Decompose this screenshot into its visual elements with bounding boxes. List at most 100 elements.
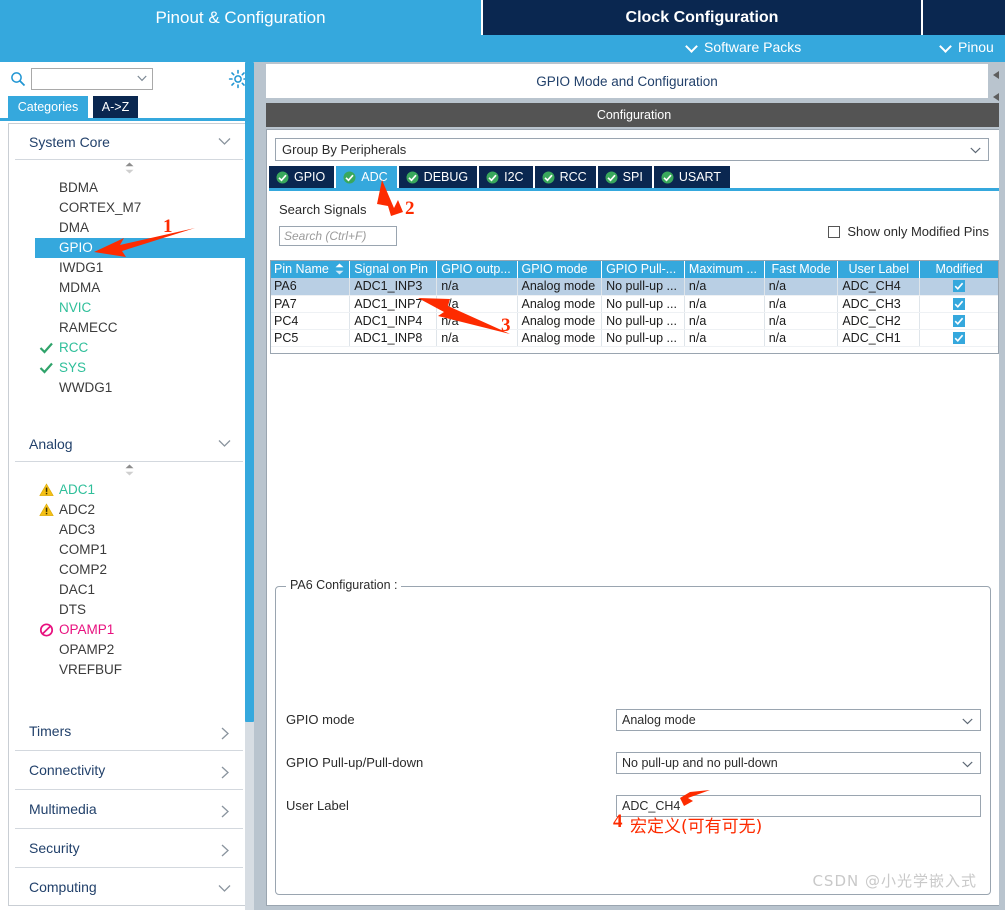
peripheral-tab-rcc[interactable]: RCC bbox=[534, 166, 596, 188]
column-header-fast-mode[interactable]: Fast Mode bbox=[764, 260, 839, 278]
sidebar-item-adc2[interactable]: ADC2 bbox=[9, 500, 249, 520]
right-panel-scrollbar[interactable] bbox=[999, 62, 1005, 910]
column-header-maximum[interactable]: Maximum ... bbox=[684, 260, 765, 278]
category-multimedia-label: Multimedia bbox=[29, 801, 97, 817]
item-label: DAC1 bbox=[59, 582, 96, 597]
system-core-items: BDMA CORTEX_M7 DMA GPIO IWDG1 MDMA NVIC … bbox=[9, 176, 249, 404]
sidebar-item-nvic[interactable]: NVIC bbox=[9, 298, 249, 318]
column-header-gpio-mode[interactable]: GPIO mode bbox=[517, 260, 603, 278]
column-header-pin-name[interactable]: Pin Name bbox=[270, 260, 351, 278]
tab-a-to-z-label: A->Z bbox=[101, 100, 130, 114]
category-header-analog[interactable]: Analog bbox=[15, 426, 243, 462]
cell-pin-name: PC5 bbox=[270, 329, 351, 347]
sidebar-item-comp2[interactable]: COMP2 bbox=[9, 560, 249, 580]
cell-gpio-pull: No pull-up ... bbox=[601, 312, 685, 330]
item-label: COMP1 bbox=[59, 542, 108, 557]
column-label: Signal on Pin bbox=[354, 262, 428, 276]
tab-categories[interactable]: Categories bbox=[8, 96, 88, 118]
sidebar-item-adc1[interactable]: ADC1 bbox=[9, 480, 249, 500]
table-row[interactable]: PA7 ADC1_INP7 n/a Analog mode No pull-up… bbox=[270, 295, 999, 313]
tab-pinout-configuration[interactable]: Pinout & Configuration bbox=[0, 0, 481, 35]
sidebar-item-comp1[interactable]: COMP1 bbox=[9, 540, 249, 560]
search-icon bbox=[11, 72, 26, 87]
peripheral-tab-usart[interactable]: USART bbox=[653, 166, 730, 188]
table-row[interactable]: PC5 ADC1_INP8 n/a Analog mode No pull-up… bbox=[270, 329, 999, 347]
tab-clock-configuration[interactable]: Clock Configuration bbox=[483, 0, 921, 35]
column-header-user-label[interactable]: User Label bbox=[837, 260, 921, 278]
cell-modified[interactable] bbox=[919, 312, 999, 330]
menu-software-packs[interactable]: Software Packs bbox=[686, 39, 801, 55]
sidebar-item-mdma[interactable]: MDMA bbox=[9, 278, 249, 298]
sidebar-item-dac1[interactable]: DAC1 bbox=[9, 580, 249, 600]
category-computing-label: Computing bbox=[29, 879, 97, 895]
sidebar-item-cortex-m7[interactable]: CORTEX_M7 bbox=[9, 198, 249, 218]
configuration-band: Configuration bbox=[266, 103, 1002, 127]
show-only-modified-pins-label: Show only Modified Pins bbox=[847, 224, 989, 239]
category-header-security[interactable]: Security bbox=[15, 829, 243, 868]
group-by-value: Group By Peripherals bbox=[282, 142, 407, 157]
cell-gpio-pull: No pull-up ... bbox=[601, 329, 685, 347]
table-row[interactable]: PC4 ADC1_INP4 n/a Analog mode No pull-up… bbox=[270, 312, 999, 330]
tab-a-to-z[interactable]: A->Z bbox=[93, 96, 138, 118]
sidebar-item-dts[interactable]: DTS bbox=[9, 600, 249, 620]
category-header-timers[interactable]: Timers bbox=[15, 712, 243, 751]
item-label: VREFBUF bbox=[59, 662, 123, 677]
check-circle-icon bbox=[661, 171, 674, 183]
peripheral-tab-spi[interactable]: SPI bbox=[597, 166, 652, 188]
cell-modified[interactable] bbox=[919, 278, 999, 296]
item-label: OPAMP2 bbox=[59, 642, 115, 657]
left-sidebar: Categories A->Z System Core BDMA CORTEX_… bbox=[0, 62, 262, 910]
chevron-down-icon bbox=[137, 75, 147, 82]
menu-pinout[interactable]: Pinou bbox=[940, 39, 994, 55]
sidebar-item-wwdg1[interactable]: WWDG1 bbox=[9, 378, 249, 398]
cell-modified[interactable] bbox=[919, 329, 999, 347]
sidebar-item-sys[interactable]: SYS bbox=[9, 358, 249, 378]
sidebar-scrollbar-track[interactable] bbox=[254, 62, 262, 910]
peripheral-tab-gpio[interactable]: GPIO bbox=[269, 166, 335, 188]
tab-pinout-label: Pinout & Configuration bbox=[155, 7, 326, 27]
category-header-system-core[interactable]: System Core bbox=[15, 124, 243, 160]
tab-next-partial[interactable] bbox=[923, 0, 1005, 35]
column-header-gpio-pull[interactable]: GPIO Pull-... bbox=[601, 260, 685, 278]
item-label: MDMA bbox=[59, 280, 101, 295]
scroll-spinner-system-core[interactable] bbox=[9, 160, 249, 176]
forbidden-icon bbox=[39, 623, 54, 637]
cell-modified[interactable] bbox=[919, 295, 999, 313]
sidebar-item-adc3[interactable]: ADC3 bbox=[9, 520, 249, 540]
column-label: User Label bbox=[848, 262, 909, 276]
search-signals-input[interactable]: Search (Ctrl+F) bbox=[279, 226, 397, 246]
sidebar-item-opamp2[interactable]: OPAMP2 bbox=[9, 640, 249, 660]
sidebar-scrollbar[interactable] bbox=[245, 62, 254, 910]
scroll-spinner-analog[interactable] bbox=[9, 462, 249, 478]
checkbox-checked-icon bbox=[953, 297, 966, 310]
chevron-right-icon bbox=[221, 805, 229, 818]
column-header-gpio-output[interactable]: GPIO outp... bbox=[436, 260, 518, 278]
spinner-updown-icon bbox=[125, 162, 134, 174]
column-header-modified[interactable]: Modified bbox=[919, 260, 999, 278]
gpio-pull-select[interactable]: No pull-up and no pull-down bbox=[616, 752, 981, 774]
spinner-updown-icon bbox=[125, 464, 134, 476]
chevron-down-icon bbox=[962, 761, 973, 768]
group-by-select[interactable]: Group By Peripherals bbox=[275, 138, 989, 161]
gpio-mode-select[interactable]: Analog mode bbox=[616, 709, 981, 731]
sidebar-item-rcc[interactable]: RCC bbox=[9, 338, 249, 358]
peripheral-tab-i2c[interactable]: I2C bbox=[479, 166, 533, 188]
column-header-signal-on-pin[interactable]: Signal on Pin bbox=[349, 260, 438, 278]
warning-icon bbox=[39, 503, 54, 516]
sidebar-item-opamp1[interactable]: OPAMP1 bbox=[9, 620, 249, 640]
search-input[interactable] bbox=[31, 68, 153, 90]
show-only-modified-pins-checkbox[interactable]: Show only Modified Pins bbox=[828, 224, 989, 239]
sidebar-item-bdma[interactable]: BDMA bbox=[9, 178, 249, 198]
sidebar-item-ramecc[interactable]: RAMECC bbox=[9, 318, 249, 338]
sidebar-item-vrefbuf[interactable]: VREFBUF bbox=[9, 660, 249, 680]
item-label: RCC bbox=[59, 340, 89, 355]
table-row[interactable]: PA6 ADC1_INP3 n/a Analog mode No pull-up… bbox=[270, 278, 999, 296]
search-signals-label: Search Signals bbox=[279, 202, 367, 217]
category-header-connectivity[interactable]: Connectivity bbox=[15, 751, 243, 790]
item-label: GPIO bbox=[59, 240, 93, 255]
category-header-computing[interactable]: Computing bbox=[15, 868, 243, 905]
cell-user-label: ADC_CH3 bbox=[837, 295, 921, 313]
category-header-multimedia[interactable]: Multimedia bbox=[15, 790, 243, 829]
item-label: DTS bbox=[59, 602, 86, 617]
sidebar-scrollbar-thumb[interactable] bbox=[245, 62, 254, 722]
